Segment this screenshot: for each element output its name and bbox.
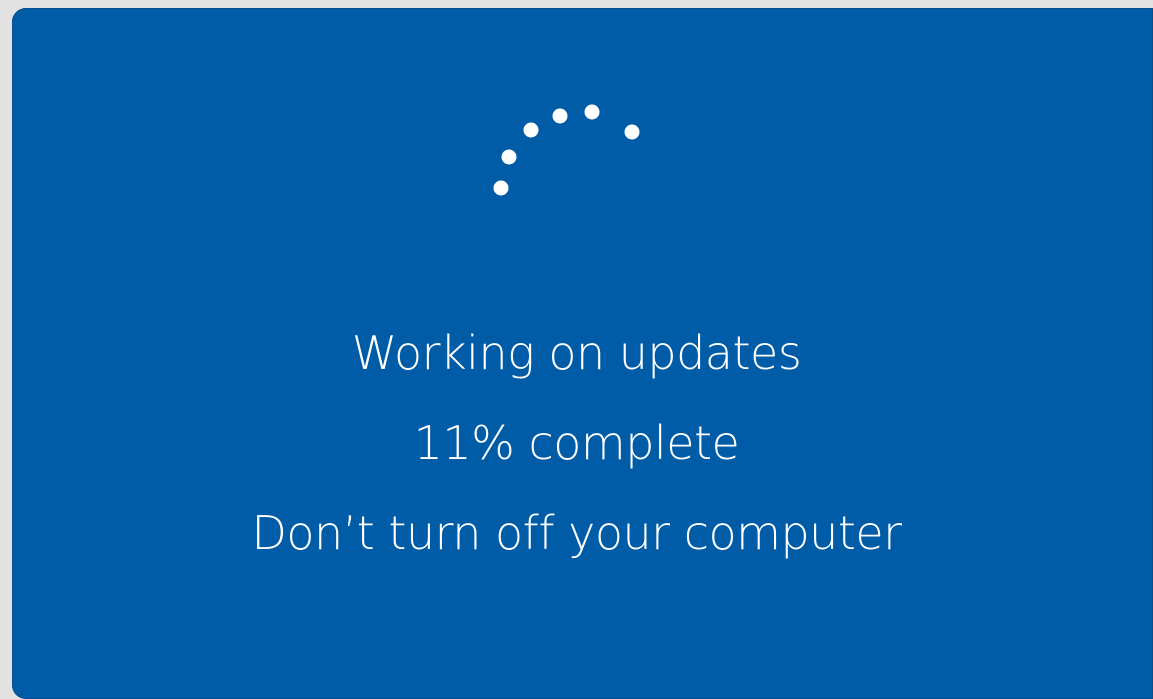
update-title: Working on updates [351, 326, 802, 380]
power-warning: Don’t turn off your computer [251, 506, 902, 560]
update-progress: 11% complete [413, 416, 740, 470]
screenshot-frame: Working on updates 11% complete Don’t tu… [0, 0, 1153, 699]
